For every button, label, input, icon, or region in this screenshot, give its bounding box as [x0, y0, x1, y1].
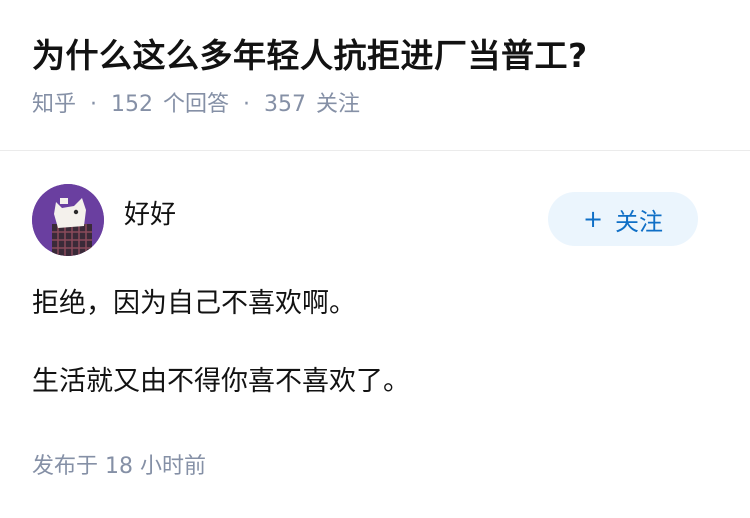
answer-count-label: 个回答 — [163, 92, 230, 117]
follower-count-link[interactable]: 357 关注 — [264, 90, 360, 120]
author-avatar[interactable] — [32, 184, 104, 256]
answer-count-link[interactable]: 152 个回答 — [111, 90, 229, 120]
meta-separator: · — [243, 92, 251, 117]
plus-icon: + — [582, 205, 604, 233]
answer-paragraph: 拒绝，因为自己不喜欢啊。 — [32, 288, 356, 319]
cartoon-avatar-icon — [32, 184, 104, 256]
follower-count: 357 — [264, 92, 307, 117]
author-row: 好好 + 关注 — [32, 184, 698, 256]
answer-paragraph: 生活就又由不得你喜不喜欢了。 — [32, 366, 410, 397]
follow-button[interactable]: + 关注 — [548, 192, 698, 246]
question-meta: 知乎 · 152 个回答 · 357 关注 — [32, 90, 718, 120]
follow-button-label: 关注 — [615, 207, 664, 236]
question-header: 为什么这么多年轻人抗拒进厂当普工? 知乎 · 152 个回答 · 357 关注 — [32, 34, 718, 120]
question-title[interactable]: 为什么这么多年轻人抗拒进厂当普工? — [32, 34, 718, 78]
source-label[interactable]: 知乎 — [32, 90, 76, 120]
publish-time: 发布于 18 小时前 — [32, 454, 206, 479]
section-divider — [0, 150, 750, 151]
author-name[interactable]: 好好 — [124, 198, 176, 232]
answer-count: 152 — [111, 92, 154, 117]
follower-count-label: 关注 — [316, 92, 361, 117]
meta-separator: · — [90, 92, 98, 117]
answer-body: 拒绝，因为自己不喜欢啊。 生活就又由不得你喜不喜欢了。 — [32, 284, 718, 402]
